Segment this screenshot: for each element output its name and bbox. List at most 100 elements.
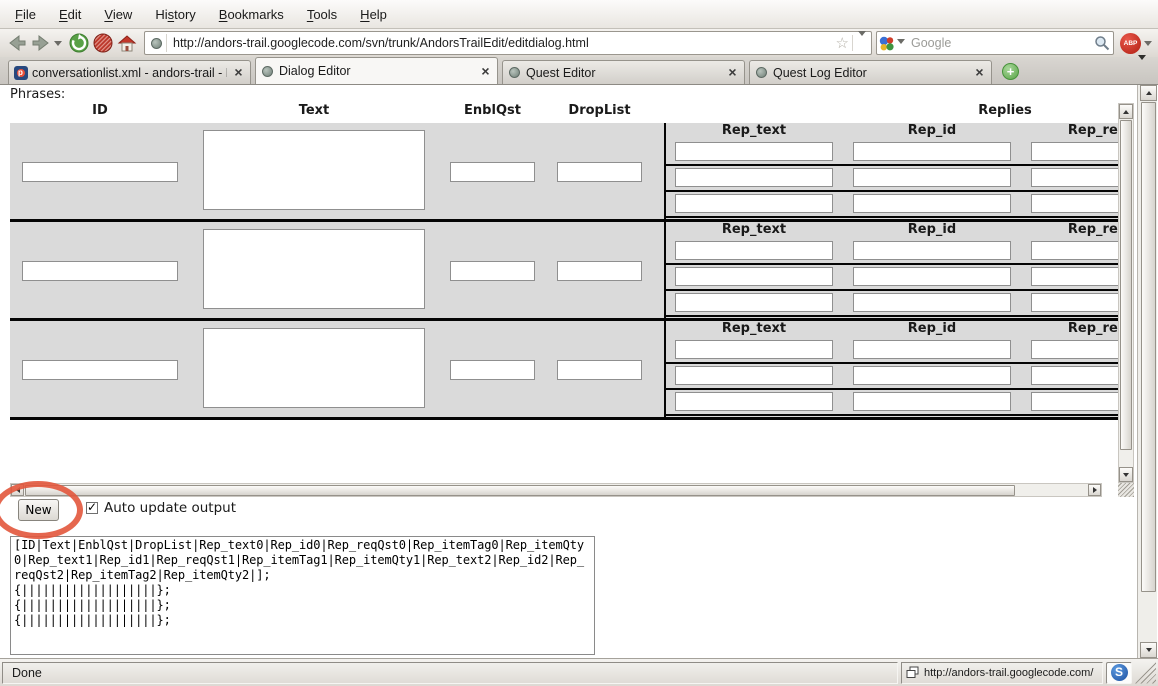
menu-view[interactable]: View bbox=[95, 3, 141, 26]
table-hscroll-thumb[interactable] bbox=[25, 485, 1015, 496]
scroll-up-icon[interactable] bbox=[1119, 104, 1133, 119]
phrase-table-body: Rep_textRep_idRep_reqQstRep_textRep_idRe… bbox=[10, 123, 1118, 420]
search-engine-dropdown-icon[interactable] bbox=[897, 39, 905, 48]
phrase-2-reply-2-rep_text-input[interactable] bbox=[675, 392, 833, 411]
bookmark-star-icon[interactable]: ☆ bbox=[833, 36, 852, 51]
column-header-enblqst: EnblQst bbox=[450, 103, 535, 121]
phrase-0-reply-0-rep_reqqst-input[interactable] bbox=[1031, 142, 1118, 161]
phrase-1-id-input[interactable] bbox=[22, 261, 178, 281]
phrase-2-reply-1-rep_text-input[interactable] bbox=[675, 366, 833, 385]
phrase-2-id-input[interactable] bbox=[22, 360, 178, 380]
phrase-0-reply-1-rep_id-input[interactable] bbox=[853, 168, 1011, 187]
scroll-left-icon[interactable] bbox=[11, 484, 24, 496]
window-resize-grip[interactable] bbox=[1135, 662, 1156, 684]
phrase-2-droplist-input[interactable] bbox=[557, 360, 642, 380]
phrase-2-reply-2-rep_reqqst-input[interactable] bbox=[1031, 392, 1118, 411]
phrase-2-reply-0-rep_text-input[interactable] bbox=[675, 340, 833, 359]
phrase-0-droplist-input[interactable] bbox=[557, 162, 642, 182]
history-dropdown-icon[interactable] bbox=[54, 41, 62, 50]
tab-close-icon[interactable]: × bbox=[231, 65, 246, 80]
tab-close-icon[interactable]: × bbox=[725, 65, 740, 80]
window-vertical-scrollbar[interactable] bbox=[1137, 85, 1157, 658]
phrase-2-enblqst-input[interactable] bbox=[450, 360, 535, 380]
reload-icon[interactable] bbox=[68, 32, 90, 54]
menu-bookmarks[interactable]: Bookmarks bbox=[210, 3, 293, 26]
output-textarea[interactable] bbox=[10, 536, 595, 655]
phrase-0-reply-1-rep_text-input[interactable] bbox=[675, 168, 833, 187]
home-icon[interactable] bbox=[116, 32, 138, 54]
google-logo-icon[interactable] bbox=[877, 32, 895, 54]
forward-icon[interactable] bbox=[30, 32, 52, 54]
phrase-2-text-area[interactable] bbox=[203, 328, 425, 408]
auto-update-checkbox[interactable] bbox=[86, 502, 98, 514]
status-bar: Done http://andors-trail.googlecode.com/… bbox=[0, 658, 1158, 686]
phrase-2-reply-0-rep_id-input[interactable] bbox=[853, 340, 1011, 359]
phrase-1-reply-0-rep_text-input[interactable] bbox=[675, 241, 833, 260]
adblock-plus-icon[interactable]: ABP bbox=[1120, 33, 1141, 54]
phrase-1-enblqst-input[interactable] bbox=[450, 261, 535, 281]
phrase-2-reply-1-rep_reqqst-input[interactable] bbox=[1031, 366, 1118, 385]
scroll-down-icon[interactable] bbox=[1140, 642, 1157, 658]
reply-column-header: Rep_id bbox=[853, 222, 1011, 237]
phrase-2-reply-0-rep_reqqst-input[interactable] bbox=[1031, 340, 1118, 359]
table-vertical-scrollbar[interactable] bbox=[1118, 103, 1134, 483]
phrase-2-reply-2-rep_id-input[interactable] bbox=[853, 392, 1011, 411]
new-tab-icon[interactable]: + bbox=[1002, 63, 1019, 80]
table-vscroll-thumb[interactable] bbox=[1120, 120, 1132, 450]
phrase-1-reply-1-rep_reqqst-input[interactable] bbox=[1031, 267, 1118, 286]
phrase-1-text-area[interactable] bbox=[203, 229, 425, 309]
phrase-2-reply-1-rep_id-input[interactable] bbox=[853, 366, 1011, 385]
tab-quest-log-editor[interactable]: Quest Log Editor× bbox=[749, 60, 992, 84]
window-vscroll-thumb[interactable] bbox=[1141, 102, 1156, 592]
menu-history[interactable]: History bbox=[146, 3, 204, 26]
phrase-2-replies: Rep_textRep_idRep_reqQst bbox=[664, 321, 1118, 417]
url-input[interactable] bbox=[167, 36, 833, 50]
phrase-1-reply-1-rep_text-input[interactable] bbox=[675, 267, 833, 286]
tab-quest-editor[interactable]: Quest Editor× bbox=[502, 60, 745, 84]
phrase-1-droplist-input[interactable] bbox=[557, 261, 642, 281]
phrase-1-reply-2-rep_text-input[interactable] bbox=[675, 293, 833, 312]
tab-bar: conversationlist.xml - andors-trail - Pr… bbox=[0, 57, 1158, 85]
search-input[interactable] bbox=[907, 36, 1092, 50]
phrase-0-reply-0-rep_id-input[interactable] bbox=[853, 142, 1011, 161]
table-resize-grip[interactable] bbox=[1118, 483, 1134, 497]
menu-tools[interactable]: Tools bbox=[298, 3, 346, 26]
tab-dialog-editor[interactable]: Dialog Editor× bbox=[255, 57, 498, 84]
phrase-0-reply-0-rep_text-input[interactable] bbox=[675, 142, 833, 161]
menu-edit[interactable]: Edit bbox=[50, 3, 90, 26]
stop-icon[interactable] bbox=[92, 32, 114, 54]
phrase-1-reply-2-rep_reqqst-input[interactable] bbox=[1031, 293, 1118, 312]
column-header-text: Text bbox=[203, 103, 425, 121]
phrase-1-reply-2-rep_id-input[interactable] bbox=[853, 293, 1011, 312]
s-extension-icon[interactable]: S bbox=[1111, 664, 1128, 681]
phrase-0-reply-2-rep_reqqst-input[interactable] bbox=[1031, 194, 1118, 213]
scroll-down-icon[interactable] bbox=[1119, 467, 1133, 482]
url-dropdown-icon[interactable] bbox=[853, 36, 871, 51]
phrase-0-reply-1-rep_reqqst-input[interactable] bbox=[1031, 168, 1118, 187]
tab-close-icon[interactable]: × bbox=[972, 65, 987, 80]
menu-help[interactable]: Help bbox=[351, 3, 396, 26]
extension-panel[interactable]: S bbox=[1106, 662, 1132, 684]
phrase-0-id-input[interactable] bbox=[22, 162, 178, 182]
phrase-0-enblqst-input[interactable] bbox=[450, 162, 535, 182]
menu-file[interactable]: File bbox=[6, 3, 45, 26]
table-horizontal-scrollbar[interactable] bbox=[10, 483, 1102, 497]
tab-conversationlist-xml-andors-trail-projec[interactable]: conversationlist.xml - andors-trail - Pr… bbox=[8, 60, 251, 84]
phrase-0-reply-2-rep_id-input[interactable] bbox=[853, 194, 1011, 213]
list-all-tabs-icon[interactable] bbox=[1138, 60, 1146, 75]
auto-update-label: Auto update output bbox=[104, 500, 236, 516]
tab-close-icon[interactable]: × bbox=[478, 64, 493, 79]
phrase-0-text-area[interactable] bbox=[203, 130, 425, 210]
phrase-1-reply-row-0 bbox=[666, 239, 1118, 265]
new-button[interactable]: New bbox=[18, 499, 59, 521]
adblock-dropdown-icon[interactable] bbox=[1144, 41, 1152, 50]
phrase-1-reply-0-rep_id-input[interactable] bbox=[853, 241, 1011, 260]
phrase-1-reply-1-rep_id-input[interactable] bbox=[853, 267, 1011, 286]
google-code-project-icon bbox=[13, 65, 28, 80]
phrase-1-reply-0-rep_reqqst-input[interactable] bbox=[1031, 241, 1118, 260]
back-icon[interactable] bbox=[6, 32, 28, 54]
scroll-up-icon[interactable] bbox=[1140, 85, 1157, 101]
phrase-0-reply-2-rep_text-input[interactable] bbox=[675, 194, 833, 213]
scroll-right-icon[interactable] bbox=[1088, 484, 1101, 496]
search-magnifier-icon[interactable] bbox=[1092, 32, 1111, 54]
